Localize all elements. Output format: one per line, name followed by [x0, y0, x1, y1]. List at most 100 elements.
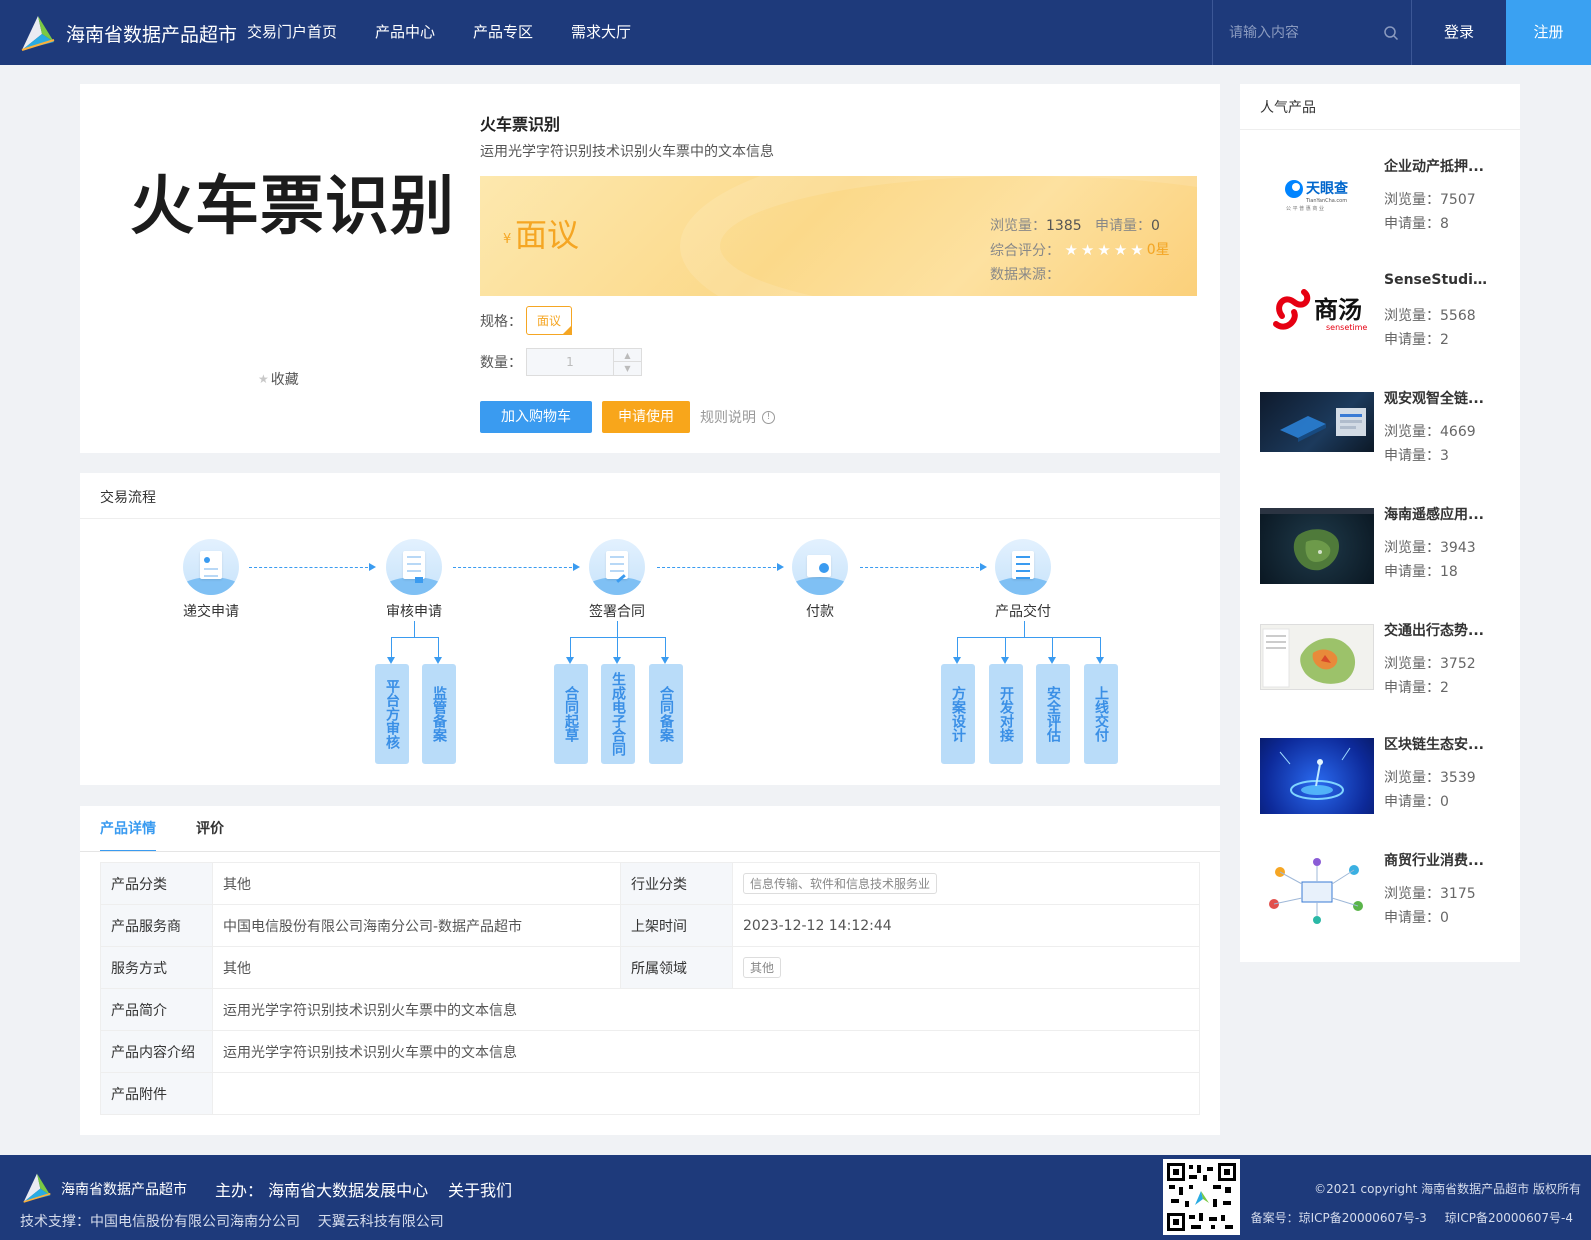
popular-product-name[interactable]: 企业动产抵押...: [1384, 156, 1494, 176]
sub-step-solution-design: 方案设计: [941, 664, 975, 764]
popular-product-item[interactable]: 天眼查 TianYanCha.com 公 平 普 惠 商 业 企业动产抵押...…: [1260, 156, 1510, 256]
table-value: [212, 1072, 1200, 1115]
star-icon: ★: [1097, 241, 1111, 259]
product-delivery-icon: [995, 539, 1051, 595]
rules-link[interactable]: 规则说明 !: [700, 407, 775, 427]
popular-product-name[interactable]: 海南遥感应用...: [1384, 504, 1494, 524]
arrow-down-icon: [661, 657, 669, 664]
main-nav: 交易门户首页 产品中心 产品专区 需求大厅: [247, 0, 669, 65]
chevron-down-icon[interactable]: ▼: [614, 362, 641, 375]
popular-product-name[interactable]: 商贸行业消费...: [1384, 850, 1494, 870]
quantity-value[interactable]: 1: [527, 349, 613, 375]
table-key: 产品分类: [100, 862, 213, 905]
sub-step-platform-review: 平台方审核: [375, 664, 409, 764]
sub-step-go-live: 上线交付: [1084, 664, 1118, 764]
footer-site-name: 海南省数据产品超市: [61, 1182, 187, 1198]
table-row: 服务方式 其他 所属领域 其他: [100, 946, 1200, 989]
popular-product-views: 浏览量：3175: [1384, 886, 1476, 902]
flow-step-label: 付款: [806, 604, 834, 620]
chevron-up-icon[interactable]: ▲: [614, 349, 641, 362]
tab-reviews[interactable]: 评价: [196, 806, 224, 852]
flow-step-review: 审核申请: [364, 539, 464, 621]
footer-icp: 备案号：琼ICP备20000607号-3 琼ICP备20000607号-4: [1251, 1209, 1573, 1226]
tree-connector: [414, 621, 415, 637]
popular-product-item[interactable]: 商贸行业消费... 浏览量：3175 申请量：0: [1260, 850, 1510, 950]
quantity-row: 数量： 1 ▲ ▼: [480, 348, 642, 376]
top-nav-bar: 海南省数据产品超市 交易门户首页 产品中心 产品专区 需求大厅 登录 注册: [0, 0, 1591, 65]
flow-step-label: 审核申请: [386, 604, 442, 620]
rules-label: 规则说明: [700, 410, 756, 426]
table-value: 中国电信股份有限公司海南分公司-数据产品超市: [212, 904, 621, 947]
popular-product-item[interactable]: 观安观智全链... 浏览量：4669 申请量：3: [1260, 388, 1510, 488]
flow-step-submit: 递交申请: [161, 539, 261, 621]
popular-product-name[interactable]: 交通出行态势...: [1384, 620, 1494, 640]
popular-product-name[interactable]: 区块链生态安...: [1384, 734, 1494, 754]
product-summary-panel: 火车票识别 ★ 收藏 火车票识别 运用光学字符识别技术识别火车票中的文本信息 ¥…: [80, 84, 1220, 453]
stepper-arrows: ▲ ▼: [613, 349, 641, 375]
tab-product-details[interactable]: 产品详情: [100, 806, 156, 852]
register-button[interactable]: 注册: [1506, 0, 1591, 65]
popular-product-name[interactable]: 观安观智全链...: [1384, 388, 1494, 408]
favorite-label: 收藏: [270, 372, 299, 388]
table-key: 行业分类: [620, 862, 733, 905]
action-buttons: 加入购物车 申请使用 规则说明 !: [480, 401, 775, 433]
favorite-button[interactable]: ★ 收藏: [258, 369, 299, 389]
flow-step-payment: 付款: [770, 539, 870, 621]
quantity-label: 数量：: [480, 355, 522, 371]
flow-step-contract: 签署合同: [567, 539, 667, 621]
tree-connector: [570, 637, 665, 638]
arrow-down-icon: [953, 657, 961, 664]
table-value: 其他: [212, 862, 621, 905]
quantity-stepper[interactable]: 1 ▲ ▼: [526, 348, 642, 376]
nav-product-zone[interactable]: 产品专区: [473, 0, 533, 65]
site-title[interactable]: 海南省数据产品超市: [66, 20, 237, 47]
price-panel: ¥ 面议 浏览量：1385 申请量：0 综合评分： ★ ★ ★ ★ ★ 0星 数…: [480, 176, 1197, 296]
arrow-down-icon: [1001, 657, 1009, 664]
apply-button[interactable]: 申请使用: [602, 401, 690, 433]
sub-step-contract-filing: 合同备案: [649, 664, 683, 764]
site-logo-icon[interactable]: [20, 12, 56, 52]
search-input[interactable]: [1229, 22, 1369, 44]
footer: 海南省数据产品超市 主办： 海南省大数据发展中心 关于我们 技术支撑：中国电信股…: [0, 1155, 1591, 1240]
applications-label: 申请量：: [1095, 218, 1151, 234]
table-key: 产品内容介绍: [100, 1030, 213, 1073]
about-us-link[interactable]: 关于我们: [448, 1177, 512, 1201]
popular-product-item[interactable]: 区块链生态安... 浏览量：3539 申请量：0: [1260, 734, 1510, 834]
add-to-cart-button[interactable]: 加入购物车: [480, 401, 592, 433]
flow-step-label: 产品交付: [995, 604, 1051, 620]
search-icon[interactable]: [1383, 25, 1399, 41]
spec-label: 规格：: [480, 313, 522, 330]
arrow-down-icon: [613, 657, 621, 664]
popular-product-applications: 申请量：18: [1384, 564, 1458, 580]
flow-step-delivery: 产品交付: [973, 539, 1073, 621]
sub-step-security-assessment: 安全评估: [1036, 664, 1070, 764]
sub-step-regulatory-filing: 监管备案: [422, 664, 456, 764]
nav-product-center[interactable]: 产品中心: [375, 0, 435, 65]
transaction-flow-panel: 交易流程 递交申请 审核申请 签署合同 付款 产品交付 平台方审核 监管备案 合…: [80, 473, 1220, 785]
popular-product-item[interactable]: 海南遥感应用... 浏览量：3943 申请量：18: [1260, 504, 1510, 604]
flow-arrow: [249, 563, 376, 571]
popular-product-item[interactable]: 交通出行态势... 浏览量：3752 申请量：2: [1260, 620, 1510, 720]
details-tabs: 产品详情 评价: [100, 806, 264, 852]
tianyancha-logo-sub: TianYanCha.com: [1305, 198, 1347, 204]
sensetime-logo-text: 商汤: [1314, 296, 1362, 324]
applications-count: 0: [1151, 218, 1160, 234]
table-key: 产品服务商: [100, 904, 213, 947]
views-label: 浏览量：: [990, 218, 1046, 234]
popular-product-applications: 申请量：8: [1384, 216, 1449, 232]
qr-code-icon: [1163, 1159, 1240, 1235]
login-button[interactable]: 登录: [1412, 0, 1506, 65]
popular-product-name[interactable]: SenseStudio...: [1384, 272, 1494, 288]
nav-home[interactable]: 交易门户首页: [247, 0, 337, 65]
popular-product-item[interactable]: 商汤 sensetime SenseStudio... 浏览量：5568 申请量…: [1260, 272, 1510, 372]
icp-record-2[interactable]: 琼ICP备20000607号-4: [1445, 1211, 1573, 1225]
star-icon: ★: [1130, 241, 1144, 259]
flow-title: 交易流程: [100, 490, 156, 506]
tree-connector: [1024, 621, 1025, 637]
footer-host: 主办： 海南省大数据发展中心: [215, 1181, 429, 1200]
spec-option[interactable]: 面议: [526, 306, 573, 335]
popular-product-views: 浏览量：3943: [1384, 540, 1476, 556]
arrow-down-icon: [1048, 657, 1056, 664]
icp-record-1[interactable]: 备案号：琼ICP备20000607号-3: [1251, 1211, 1427, 1225]
nav-demand-hall[interactable]: 需求大厅: [571, 0, 631, 65]
